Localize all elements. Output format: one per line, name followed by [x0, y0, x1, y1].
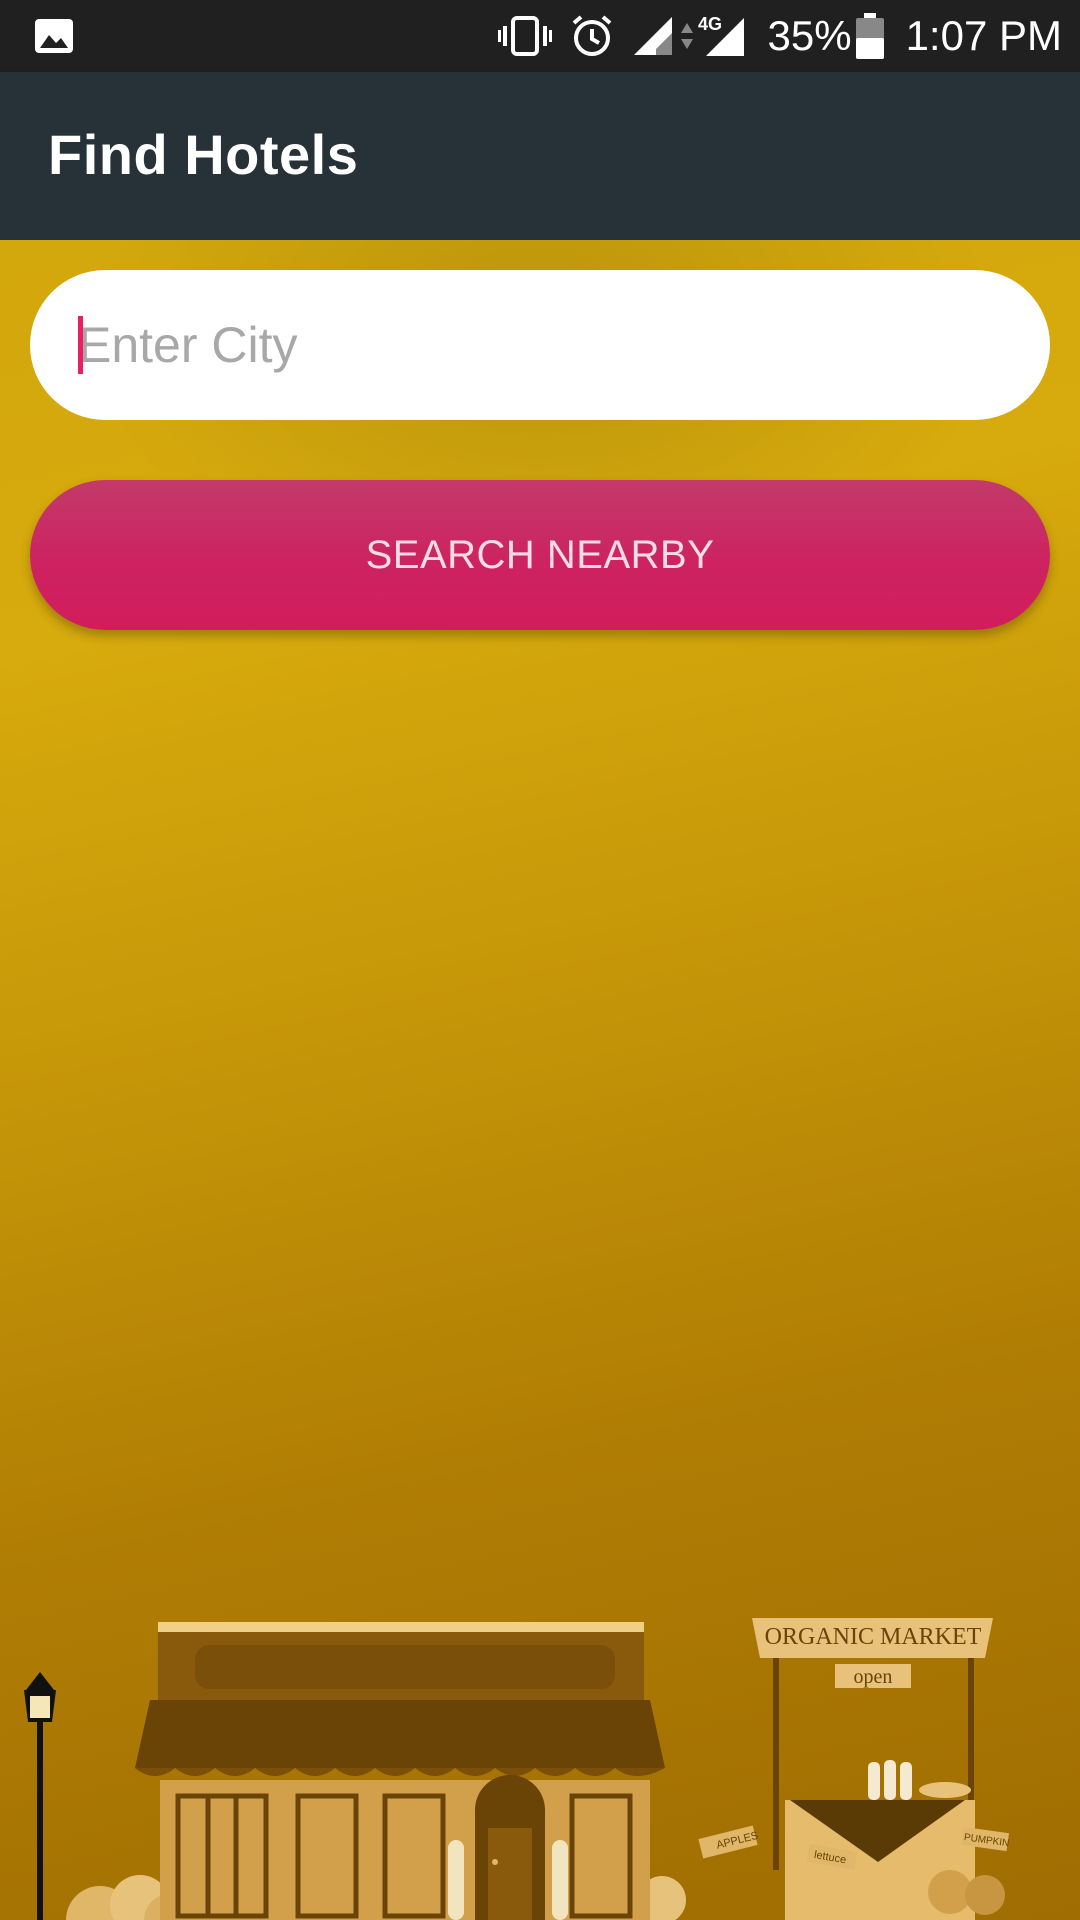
search-nearby-button[interactable]: SEARCH NEARBY: [30, 480, 1050, 630]
market-illustration: ORGANIC MARKET open APPLES lettuce PUMPK…: [24, 1618, 1010, 1920]
text-cursor: [78, 316, 83, 374]
signal-4g-icon: 4G: [698, 14, 744, 56]
city-input-container[interactable]: [30, 270, 1050, 420]
lamp-post-icon: [24, 1672, 56, 1920]
data-arrows-icon: [680, 23, 693, 49]
status-bar: 4G 35% 1:07 PM: [0, 0, 1080, 72]
alarm-icon: [572, 15, 611, 56]
clock: 1:07 PM: [905, 12, 1062, 59]
vibrate-icon: [497, 16, 552, 56]
shop-building-icon: [135, 1622, 665, 1920]
svg-text:ORGANIC MARKET: ORGANIC MARKET: [765, 1624, 982, 1650]
battery-percent: 35%: [767, 12, 852, 59]
battery-icon: [855, 13, 884, 59]
city-input[interactable]: [78, 300, 998, 390]
app-bar: Find Hotels: [0, 72, 1080, 240]
signal-icon: [633, 17, 672, 55]
image-notification-icon: [35, 19, 73, 53]
svg-text:open: open: [854, 1666, 893, 1688]
market-stand-icon: ORGANIC MARKET open APPLES lettuce PUMPK…: [698, 1618, 1010, 1920]
page-title: Find Hotels: [48, 123, 359, 186]
svg-text:4G: 4G: [698, 14, 722, 34]
